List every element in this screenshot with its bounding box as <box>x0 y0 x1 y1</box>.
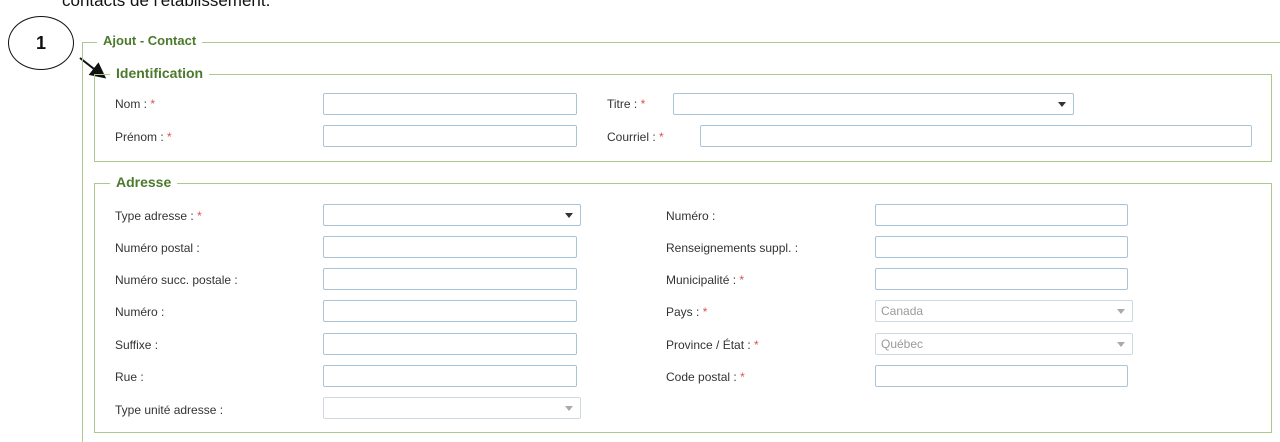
type-adresse-label: Type adresse : * <box>115 209 202 223</box>
callout-number-badge: 1 <box>8 16 74 70</box>
suffixe-input[interactable] <box>323 333 577 355</box>
numero-right-input[interactable] <box>875 204 1128 226</box>
numero-right-label: Numéro : <box>666 209 716 223</box>
province-select[interactable]: Québec <box>875 333 1133 355</box>
province-label: Province / État : * <box>666 338 759 352</box>
code-postal-label: Code postal : * <box>666 370 745 384</box>
renseignements-input[interactable] <box>875 236 1128 258</box>
renseignements-label: Renseignements suppl. : <box>666 241 799 255</box>
numero-postal-label: Numéro postal : <box>115 241 200 255</box>
courriel-input[interactable] <box>700 125 1252 147</box>
identification-fieldset <box>94 74 1272 162</box>
type-unite-select[interactable] <box>323 397 581 419</box>
numero-label: Numéro : <box>115 305 165 319</box>
type-unite-label: Type unité adresse : <box>115 403 224 417</box>
numero-succ-label: Numéro succ. postale : <box>115 273 238 287</box>
adresse-legend: Adresse <box>110 174 178 190</box>
numero-postal-input[interactable] <box>323 236 577 258</box>
suffixe-label: Suffixe : <box>115 338 159 352</box>
chevron-down-icon <box>1058 102 1066 107</box>
municipalite-input[interactable] <box>875 268 1128 290</box>
titre-select[interactable] <box>673 93 1074 115</box>
nom-label: Nom : * <box>115 97 156 111</box>
chevron-down-icon <box>1117 342 1125 347</box>
chevron-down-icon <box>565 406 573 411</box>
courriel-label: Courriel : * <box>607 130 664 144</box>
rue-input[interactable] <box>323 365 577 387</box>
add-contact-title: Ajout - Contact <box>97 33 203 48</box>
numero-succ-input[interactable] <box>323 268 577 290</box>
chevron-down-icon <box>565 213 573 218</box>
nom-input[interactable] <box>323 93 577 115</box>
chevron-down-icon <box>1117 309 1125 314</box>
prenom-label: Prénom : * <box>115 130 172 144</box>
pays-select[interactable]: Canada <box>875 300 1133 322</box>
identification-legend: Identification <box>110 65 210 81</box>
pays-value: Canada <box>881 304 924 318</box>
pays-label: Pays : * <box>666 305 708 319</box>
prenom-input[interactable] <box>323 125 577 147</box>
titre-label: Titre : * <box>607 97 646 111</box>
code-postal-input[interactable] <box>875 365 1128 387</box>
province-value: Québec <box>881 337 924 351</box>
rue-label: Rue : <box>115 370 144 384</box>
municipalite-label: Municipalité : * <box>666 273 745 287</box>
numero-input[interactable] <box>323 300 577 322</box>
type-adresse-select[interactable] <box>323 204 581 226</box>
